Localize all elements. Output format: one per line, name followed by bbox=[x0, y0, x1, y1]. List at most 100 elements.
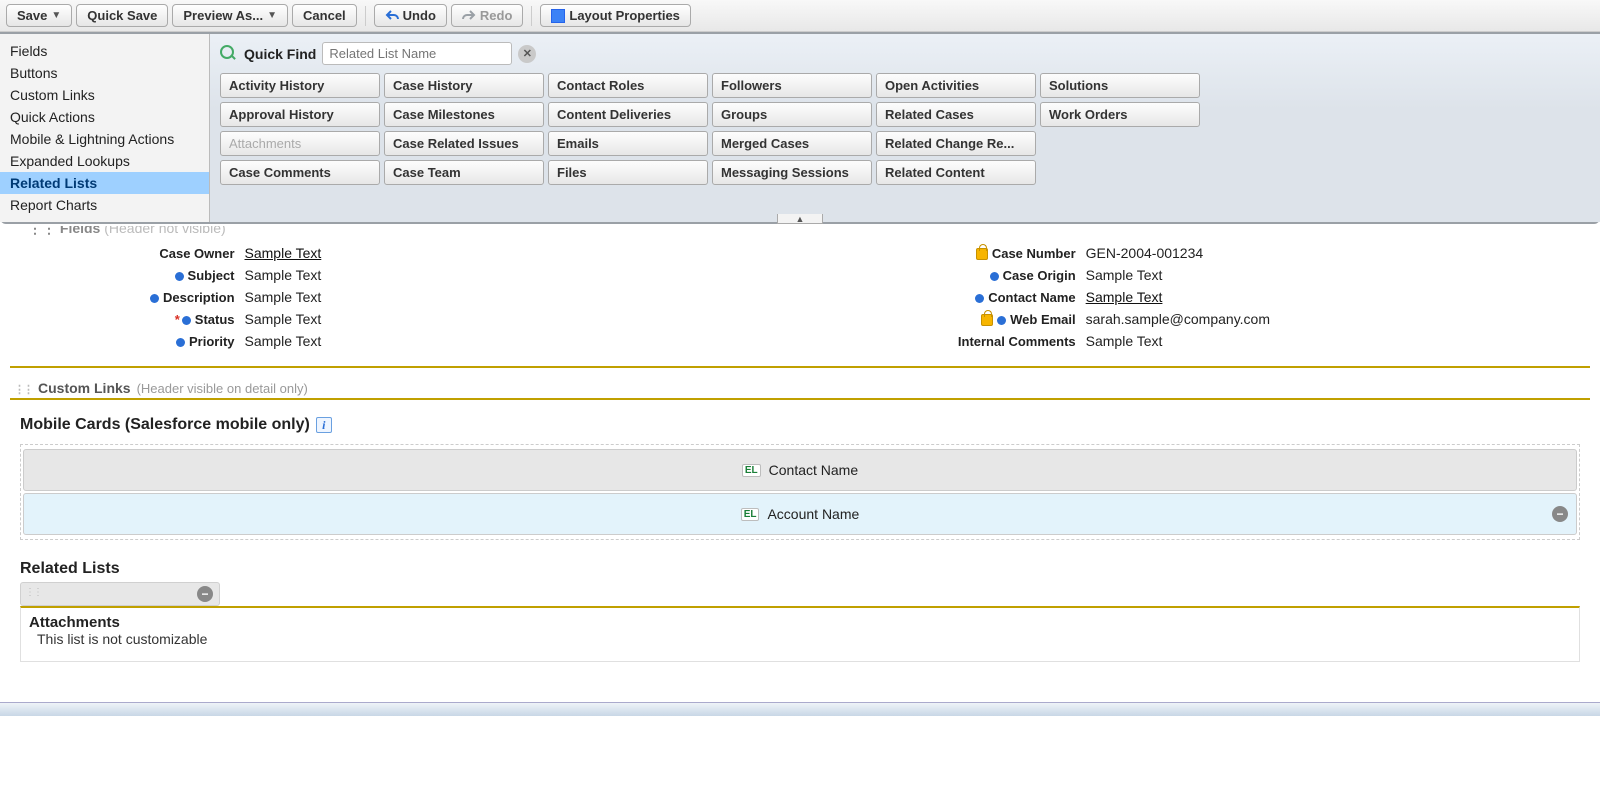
drag-handle-icon[interactable]: ⋮⋮ bbox=[25, 587, 41, 598]
palette-chip[interactable]: Contact Roles bbox=[548, 73, 708, 98]
info-icon[interactable]: i bbox=[316, 417, 332, 433]
field-value: GEN-2004-001234 bbox=[1086, 242, 1270, 264]
field-value: Sample Text bbox=[1086, 286, 1270, 308]
layout-properties-icon bbox=[551, 9, 565, 23]
palette-chip[interactable]: Case Related Issues bbox=[384, 131, 544, 156]
footer-bar bbox=[0, 702, 1600, 716]
palette-chips: Activity HistoryCase HistoryContact Role… bbox=[220, 73, 1590, 185]
field-row[interactable]: Web Emailsarah.sample@company.com bbox=[958, 308, 1270, 330]
collapse-handle-icon[interactable]: ▲ bbox=[777, 214, 823, 224]
clear-icon[interactable]: ✕ bbox=[518, 45, 536, 63]
field-value: Sample Text bbox=[245, 308, 322, 330]
sidebar-item[interactable]: Custom Links bbox=[0, 84, 209, 106]
expanded-lookup-icon: EL bbox=[742, 464, 761, 477]
palette-chip[interactable]: Case Comments bbox=[220, 160, 380, 185]
palette-chip[interactable]: Approval History bbox=[220, 102, 380, 127]
cancel-button[interactable]: Cancel bbox=[292, 4, 357, 27]
sidebar-item[interactable]: Report Charts bbox=[0, 194, 209, 216]
drag-handle-icon[interactable]: ⋮⋮ bbox=[14, 383, 32, 396]
palette-chip[interactable]: Groups bbox=[712, 102, 872, 127]
preview-as-button[interactable]: Preview As...▼ bbox=[172, 4, 288, 27]
editable-dot-icon bbox=[990, 272, 999, 281]
redo-icon bbox=[462, 9, 476, 23]
quick-find-input[interactable] bbox=[322, 42, 512, 65]
field-value: Sample Text bbox=[1086, 264, 1270, 286]
field-label: *Status bbox=[150, 308, 245, 330]
mobile-card-label: Contact Name bbox=[769, 462, 858, 478]
field-label: Web Email bbox=[958, 308, 1086, 330]
palette-chip[interactable]: Work Orders bbox=[1040, 102, 1200, 127]
palette-chip[interactable]: Emails bbox=[548, 131, 708, 156]
fields-column-left: Case OwnerSample TextSubjectSample TextD… bbox=[150, 242, 321, 352]
layout-properties-button[interactable]: Layout Properties bbox=[540, 4, 691, 27]
field-row[interactable]: Internal CommentsSample Text bbox=[958, 330, 1270, 352]
field-label: Internal Comments bbox=[958, 330, 1086, 352]
attachments-subtitle: This list is not customizable bbox=[29, 631, 1571, 647]
field-row[interactable]: Contact NameSample Text bbox=[958, 286, 1270, 308]
required-icon: * bbox=[175, 312, 180, 327]
related-lists-header: Related Lists bbox=[10, 544, 1590, 582]
field-value: Sample Text bbox=[1086, 330, 1270, 352]
mobile-cards-box: EL Contact Name EL Account Name − bbox=[20, 444, 1580, 540]
field-row[interactable]: Case OwnerSample Text bbox=[150, 242, 321, 264]
mobile-card-label: Account Name bbox=[767, 506, 859, 522]
field-row[interactable]: Case OriginSample Text bbox=[958, 264, 1270, 286]
sidebar-item[interactable]: Fields bbox=[0, 40, 209, 62]
palette-sidebar: FieldsButtonsCustom LinksQuick ActionsMo… bbox=[0, 34, 210, 222]
sidebar-item[interactable]: Expanded Lookups bbox=[0, 150, 209, 172]
field-label: Case Owner bbox=[150, 242, 245, 264]
drag-handle-icon[interactable]: ⋮⋮ bbox=[28, 226, 56, 236]
sidebar-item[interactable]: Buttons bbox=[0, 62, 209, 84]
palette-chip[interactable]: Files bbox=[548, 160, 708, 185]
palette-chip[interactable]: Case Milestones bbox=[384, 102, 544, 127]
expanded-lookup-icon: EL bbox=[741, 508, 760, 521]
attachments-related-list: Attachments This list is not customizabl… bbox=[20, 606, 1580, 662]
field-value: Sample Text bbox=[245, 264, 322, 286]
editable-dot-icon bbox=[997, 316, 1006, 325]
palette-chip[interactable]: Open Activities bbox=[876, 73, 1036, 98]
palette-chip[interactable]: Messaging Sessions bbox=[712, 160, 872, 185]
custom-links-header[interactable]: ⋮⋮ Custom Links (Header visible on detai… bbox=[10, 376, 1590, 400]
field-label: Contact Name bbox=[958, 286, 1086, 308]
redo-label: Redo bbox=[480, 8, 513, 23]
undo-button[interactable]: Undo bbox=[374, 4, 447, 27]
palette-chip[interactable]: Related Content bbox=[876, 160, 1036, 185]
caret-down-icon: ▼ bbox=[51, 10, 61, 21]
editable-dot-icon bbox=[150, 294, 159, 303]
fields-grid: Case OwnerSample TextSubjectSample TextD… bbox=[10, 238, 1590, 362]
palette-chip[interactable]: Related Cases bbox=[876, 102, 1036, 127]
palette-chip[interactable]: Activity History bbox=[220, 73, 380, 98]
field-value: Sample Text bbox=[245, 242, 322, 264]
palette-chip[interactable]: Content Deliveries bbox=[548, 102, 708, 127]
field-row[interactable]: *StatusSample Text bbox=[150, 308, 321, 330]
custom-links-subtitle: (Header visible on detail only) bbox=[137, 381, 308, 396]
mobile-card-row[interactable]: EL Contact Name bbox=[23, 449, 1577, 491]
mobile-card-row[interactable]: EL Account Name − bbox=[23, 493, 1577, 535]
related-list-dropzone[interactable]: ⋮⋮ − bbox=[20, 582, 220, 606]
mobile-cards-header: Mobile Cards (Salesforce mobile only) i bbox=[10, 400, 1590, 440]
field-row[interactable]: Case NumberGEN-2004-001234 bbox=[958, 242, 1270, 264]
palette-chip[interactable]: Solutions bbox=[1040, 73, 1200, 98]
editable-dot-icon bbox=[175, 272, 184, 281]
palette-chip[interactable]: Related Change Re... bbox=[876, 131, 1036, 156]
palette-chip[interactable]: Merged Cases bbox=[712, 131, 872, 156]
sidebar-item[interactable]: Quick Actions bbox=[0, 106, 209, 128]
sidebar-item[interactable]: Mobile & Lightning Actions bbox=[0, 128, 209, 150]
quick-find: Quick Find ✕ bbox=[220, 42, 1590, 65]
field-row[interactable]: SubjectSample Text bbox=[150, 264, 321, 286]
remove-icon[interactable]: − bbox=[1552, 506, 1568, 522]
quick-save-button[interactable]: Quick Save bbox=[76, 4, 168, 27]
field-row[interactable]: PrioritySample Text bbox=[150, 330, 321, 352]
save-button[interactable]: Save▼ bbox=[6, 4, 72, 27]
field-row[interactable]: DescriptionSample Text bbox=[150, 286, 321, 308]
palette-chip[interactable]: Case Team bbox=[384, 160, 544, 185]
editable-dot-icon bbox=[975, 294, 984, 303]
palette-chip[interactable]: Case History bbox=[384, 73, 544, 98]
remove-icon[interactable]: − bbox=[197, 586, 213, 602]
field-label: Description bbox=[150, 286, 245, 308]
fields-subtitle: (Header not visible) bbox=[104, 226, 225, 236]
sidebar-item[interactable]: Related Lists bbox=[0, 172, 209, 194]
palette-chip[interactable]: Followers bbox=[712, 73, 872, 98]
undo-label: Undo bbox=[403, 8, 436, 23]
field-value: sarah.sample@company.com bbox=[1086, 308, 1270, 330]
